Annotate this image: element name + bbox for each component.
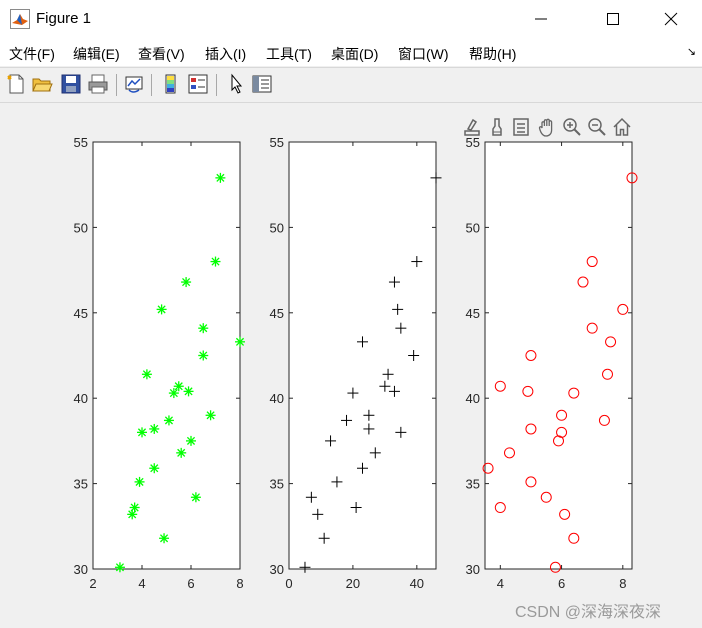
y-tick-label: 55 [270, 135, 284, 150]
star-marker [205, 410, 216, 421]
plot-area[interactable] [484, 141, 633, 570]
x-tick-label: 6 [187, 576, 194, 591]
y-tick-label: 45 [466, 306, 480, 321]
y-tick-label: 45 [270, 306, 284, 321]
y-tick-label: 40 [466, 391, 480, 406]
star-marker [168, 388, 179, 399]
star-marker [198, 350, 209, 361]
star-marker [137, 427, 147, 438]
star-marker [163, 415, 174, 426]
subplot-axes-2[interactable]: 30 35 40 45 50 55 0 20 40 [270, 135, 442, 591]
star-marker [190, 492, 201, 503]
x-tick-label: 2 [89, 576, 96, 591]
y-tick-label: 35 [74, 477, 88, 492]
star-marker [114, 562, 125, 573]
x-tick-label: 8 [619, 576, 626, 591]
star-marker [173, 381, 184, 392]
subplot-axes-3[interactable]: 30 35 40 45 50 55 4 6 8 [466, 135, 638, 591]
star-marker [149, 463, 160, 474]
y-tick-label: 45 [74, 306, 88, 321]
y-tick-label: 50 [74, 220, 88, 235]
star-marker [210, 256, 221, 267]
star-marker [198, 323, 209, 334]
star-marker [181, 277, 192, 288]
y-tick-label: 50 [466, 220, 480, 235]
watermark: CSDN @深海深夜深 [515, 604, 662, 621]
x-tick-label: 4 [497, 576, 504, 591]
figure-canvas: 30 35 40 45 50 55 2 4 6 8 30 35 40 45 50 55 0 20 40 30 35 40 4… [74, 135, 638, 591]
x-tick-label: 20 [346, 576, 360, 591]
x-tick-label: 6 [558, 576, 565, 591]
star-marker [141, 369, 152, 380]
y-tick-label: 30 [270, 562, 284, 577]
x-tick-label: 40 [410, 576, 424, 591]
y-tick-label: 50 [270, 220, 284, 235]
subplot-axes-1[interactable]: 30 35 40 45 50 55 2 4 6 8 [74, 135, 245, 591]
star-marker [159, 533, 170, 544]
star-marker [215, 172, 226, 183]
plot-area[interactable] [92, 141, 241, 570]
star-marker [183, 386, 194, 397]
star-marker [134, 476, 145, 487]
star-marker [156, 304, 167, 315]
x-tick-label: 4 [138, 576, 145, 591]
x-tick-label: 8 [236, 576, 243, 591]
star-marker [176, 447, 187, 458]
y-tick-label: 40 [270, 391, 284, 406]
y-tick-label: 35 [270, 477, 284, 492]
star-marker [149, 423, 160, 434]
y-tick-label: 55 [466, 135, 480, 150]
star-marker [129, 502, 140, 513]
y-tick-label: 30 [466, 562, 480, 577]
y-tick-label: 30 [74, 562, 88, 577]
star-marker [235, 336, 245, 347]
star-marker [186, 435, 196, 446]
y-tick-label: 35 [466, 477, 480, 492]
y-tick-label: 40 [74, 391, 88, 406]
y-tick-label: 55 [74, 135, 88, 150]
x-tick-label: 0 [285, 576, 292, 591]
